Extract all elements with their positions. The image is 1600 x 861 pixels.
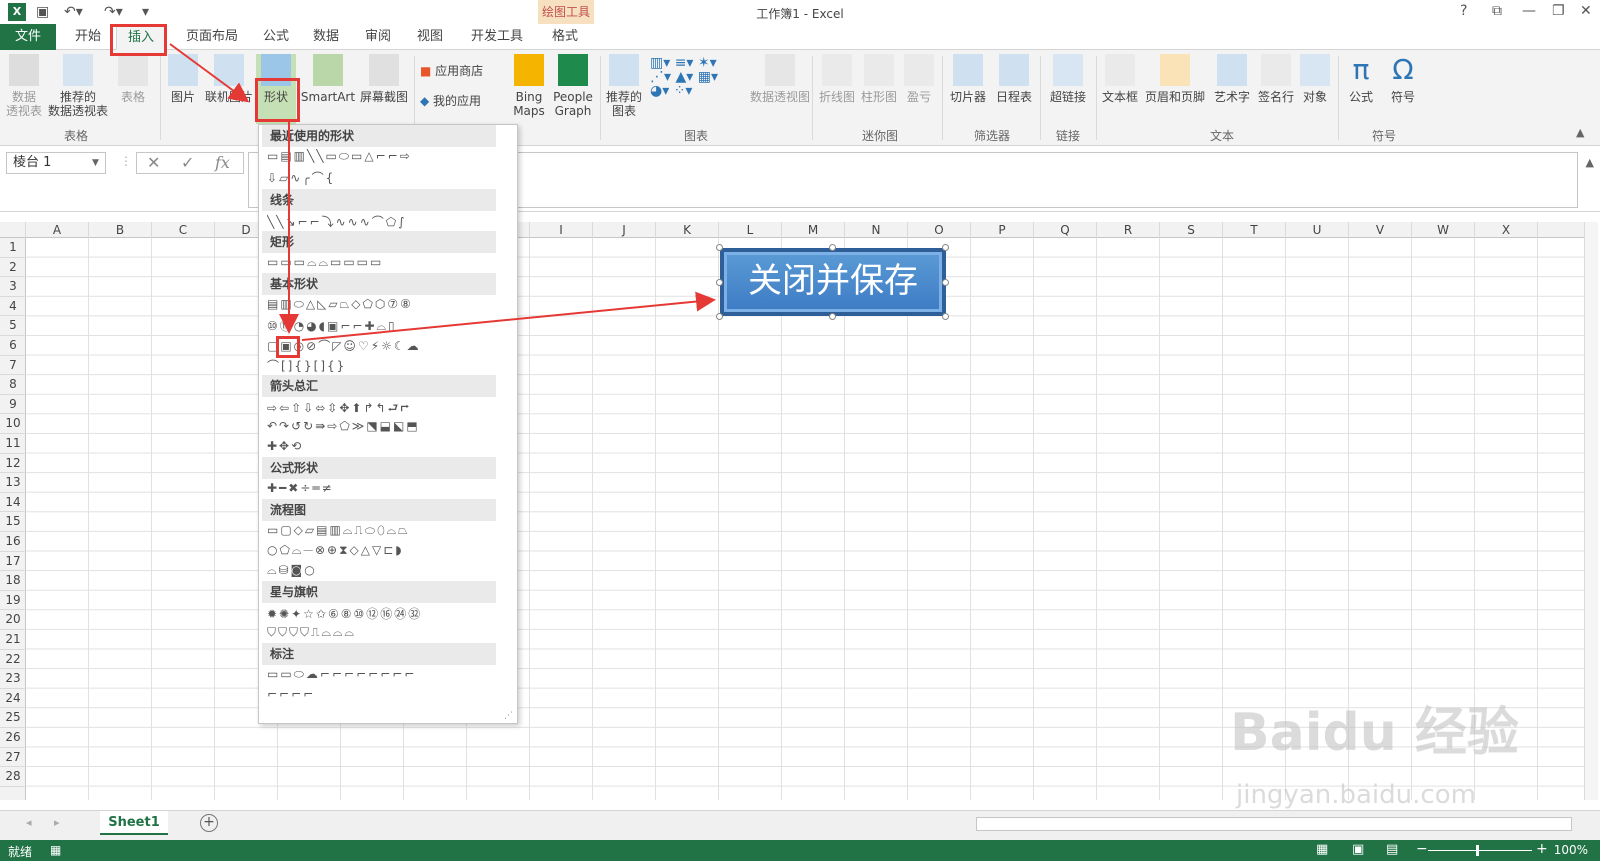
sheet-tab-sheet1[interactable]: Sheet1: [100, 811, 168, 835]
zoom-slider-thumb[interactable]: [1476, 845, 1479, 856]
sheet-tab-bar: ◂ ▸ Sheet1 +: [0, 810, 1600, 840]
scroll-left-icon[interactable]: ◂: [26, 816, 32, 829]
arrow-insert-to-shapes: [169, 43, 250, 103]
horizontal-scrollbar[interactable]: [976, 817, 1572, 831]
watermark-url: jingyan.baidu.com: [1236, 780, 1476, 810]
page-layout-view-icon[interactable]: ▣: [1352, 842, 1364, 857]
arrow-bevel-to-sheet: [301, 291, 716, 341]
macro-record-icon[interactable]: ▦: [50, 843, 61, 857]
add-sheet-button[interactable]: +: [200, 814, 218, 832]
zoom-slider[interactable]: [1428, 850, 1532, 851]
zoom-level[interactable]: 100%: [1554, 843, 1588, 857]
normal-view-icon[interactable]: ▦: [1316, 842, 1328, 857]
baidu-jingyan-watermark: Baidu 经验: [1230, 703, 1519, 763]
zoom-out-icon[interactable]: −: [1416, 841, 1428, 857]
zoom-in-icon[interactable]: +: [1536, 841, 1548, 857]
status-bar: 就绪 ▦ ▦ ▣ ▤ − + 100%: [0, 840, 1600, 861]
page-break-view-icon[interactable]: ▤: [1386, 842, 1398, 857]
scroll-right-icon[interactable]: ▸: [54, 816, 60, 829]
status-ready: 就绪: [8, 845, 33, 859]
